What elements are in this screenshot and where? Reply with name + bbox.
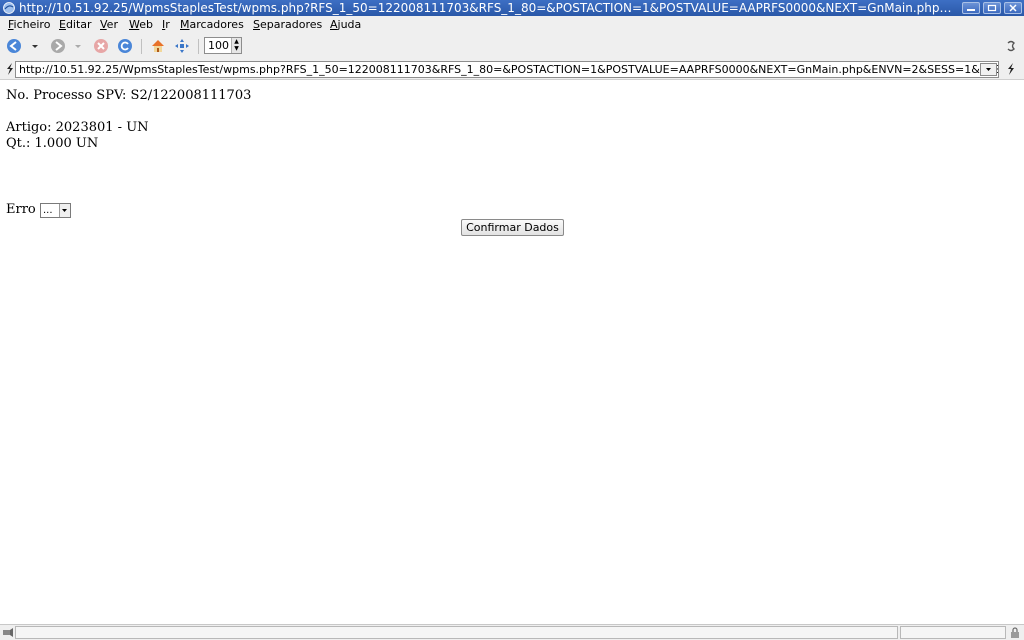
chevron-down-icon — [62, 209, 67, 212]
erro-select[interactable]: ... — [40, 203, 71, 218]
close-button[interactable] — [1004, 2, 1022, 14]
status-text — [15, 626, 898, 639]
status-indicator-icon — [3, 628, 13, 637]
menu-marcadores[interactable]: Marcadores — [180, 16, 244, 34]
status-bar — [0, 624, 1024, 640]
confirm-button[interactable]: Confirmar Dados — [461, 219, 564, 236]
go-icon[interactable] — [1005, 62, 1017, 76]
menu-ajuda[interactable]: Ajuda — [330, 16, 361, 34]
quantidade-text: Qt.: 1.000 UN — [6, 136, 99, 151]
menu-ir[interactable]: Ir — [162, 16, 170, 34]
toolbar-separator — [198, 39, 199, 54]
security-icon[interactable] — [1009, 627, 1021, 638]
maximize-button[interactable] — [983, 2, 1001, 14]
stop-icon[interactable] — [93, 38, 109, 54]
menu-web[interactable]: Web — [129, 16, 153, 34]
location-bar: http://10.51.92.25/WpmsStaplesTest/wpms.… — [0, 59, 1024, 80]
minimize-button[interactable] — [962, 2, 980, 14]
url-text: http://10.51.92.25/WpmsStaplesTest/wpms.… — [19, 63, 999, 76]
menu-bar: Ficheiro Editar Ver Web Ir Marcadores Se… — [0, 16, 1024, 34]
url-history-dropdown[interactable] — [980, 63, 997, 76]
zoom-spinbox[interactable]: 100 ▲ ▼ — [204, 37, 242, 54]
fullscreen-icon[interactable] — [174, 38, 190, 54]
artigo-text: Artigo: 2023801 - UN — [6, 120, 149, 135]
menu-editar[interactable]: Editar — [59, 16, 92, 34]
back-icon[interactable] — [6, 38, 22, 54]
zoom-spin-arrows-icon[interactable]: ▲ ▼ — [231, 38, 241, 53]
back-dropdown-icon[interactable] — [30, 38, 40, 54]
forward-dropdown-icon[interactable] — [73, 38, 83, 54]
processo-text: No. Processo SPV: S2/122008111703 — [6, 88, 252, 103]
toolbar-separator — [141, 39, 142, 54]
url-input[interactable]: http://10.51.92.25/WpmsStaplesTest/wpms.… — [15, 61, 999, 78]
browser-app-icon — [3, 2, 15, 14]
erro-select-arrow[interactable] — [59, 204, 70, 217]
erro-select-value: ... — [43, 205, 53, 216]
navigation-toolbar: 100 ▲ ▼ — [0, 34, 1024, 59]
menu-ver[interactable]: Ver — [100, 16, 118, 34]
home-icon[interactable] — [150, 38, 166, 54]
forward-icon[interactable] — [50, 38, 66, 54]
zoom-value: 100 — [208, 39, 229, 52]
status-progress — [900, 626, 1006, 639]
window-title: http://10.51.92.25/WpmsStaplesTest/wpms.… — [19, 1, 959, 15]
window-titlebar[interactable]: http://10.51.92.25/WpmsStaplesTest/wpms.… — [0, 0, 1024, 16]
menu-separadores[interactable]: Separadores — [253, 16, 322, 34]
chevron-down-icon — [986, 68, 991, 71]
throbber-icon — [1007, 40, 1015, 52]
maximize-icon — [987, 4, 997, 12]
page-content: No. Processo SPV: S2/122008111703 Artigo… — [0, 80, 1024, 624]
minimize-icon — [967, 9, 975, 11]
erro-label: Erro — [6, 202, 36, 217]
reload-icon[interactable] — [117, 38, 133, 54]
menu-ficheiro[interactable]: Ficheiro — [8, 16, 50, 34]
close-icon — [1009, 4, 1017, 12]
